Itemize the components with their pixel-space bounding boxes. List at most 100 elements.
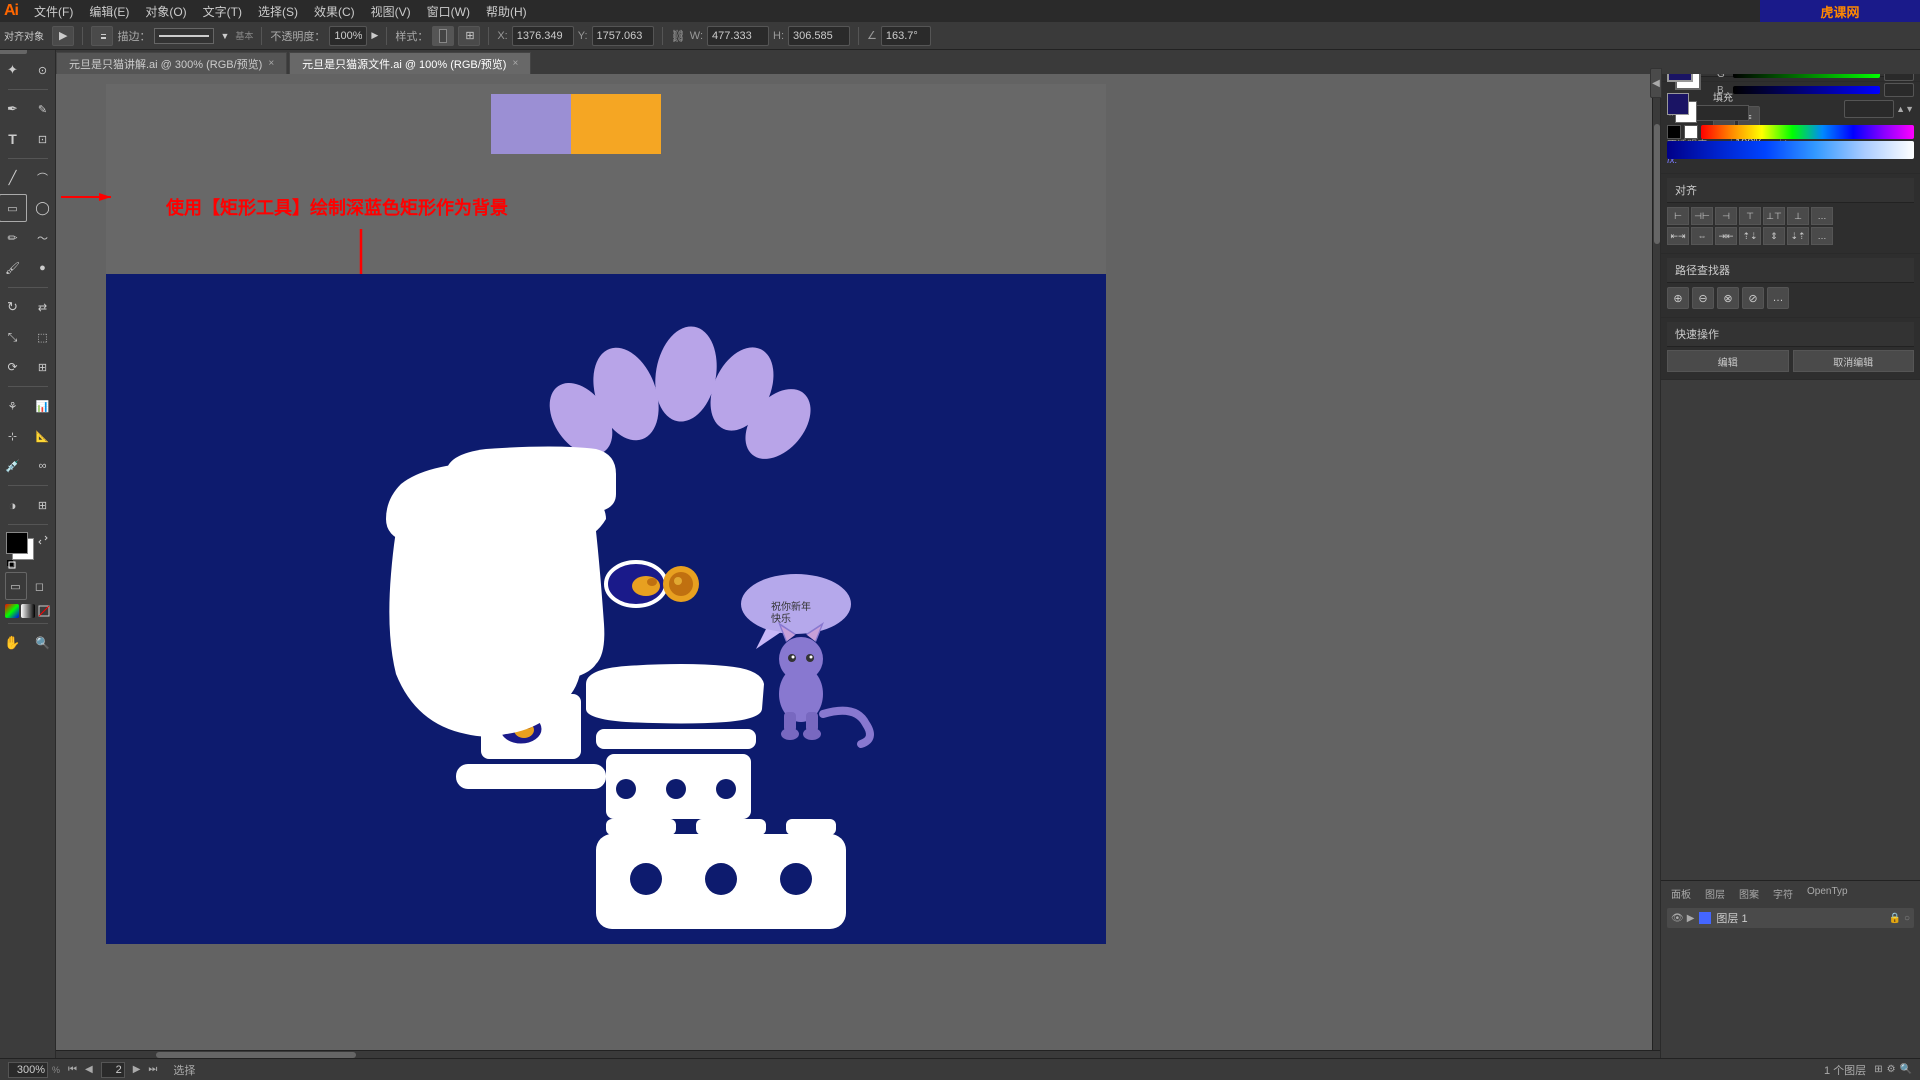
- select-tool-btn[interactable]: ▶: [52, 26, 74, 46]
- settings-icon[interactable]: ⚙: [1887, 1064, 1896, 1075]
- hand-tool[interactable]: ✋: [0, 629, 27, 657]
- horizontal-scrollbar[interactable]: [56, 1050, 1660, 1058]
- menu-view[interactable]: 视图(V): [363, 1, 419, 22]
- tab-explain-close[interactable]: ×: [268, 58, 274, 69]
- tab-source-file[interactable]: 元旦是只猫源文件.ai @ 100% (RGB/预览) ×: [289, 52, 531, 74]
- last-page-btn[interactable]: ⏭: [148, 1064, 157, 1075]
- paintbrush-tool[interactable]: 🖌: [0, 254, 27, 282]
- magic-wand-tool[interactable]: ✦: [0, 56, 27, 84]
- layer-1-row[interactable]: 👁 ▶ 图层 1 🔒 ○: [1667, 908, 1914, 928]
- menu-object[interactable]: 对象(O): [137, 1, 194, 22]
- dist-v-btn[interactable]: ⇕: [1763, 227, 1785, 245]
- prev-page-btn[interactable]: ◀: [85, 1064, 93, 1075]
- tab-explain-file[interactable]: 元旦是只猫讲解.ai @ 300% (RGB/预览) ×: [56, 52, 287, 74]
- arrange-icon[interactable]: ⊞: [1874, 1064, 1882, 1075]
- more-align-btn[interactable]: …: [1811, 207, 1833, 225]
- orange-swatch[interactable]: [571, 94, 661, 154]
- menu-edit[interactable]: 编辑(E): [81, 1, 137, 22]
- layers-tab-opentype[interactable]: OpenTyp: [1801, 885, 1854, 902]
- cancel-edit-btn[interactable]: 取消编辑: [1793, 350, 1915, 372]
- b-slider[interactable]: [1733, 86, 1880, 94]
- tab-source-close[interactable]: ×: [512, 58, 518, 69]
- more-dist-btn[interactable]: …: [1811, 227, 1833, 245]
- line-tool[interactable]: ╱: [0, 164, 27, 192]
- next-page-btn[interactable]: ▶: [133, 1064, 141, 1075]
- type-tool[interactable]: T: [0, 125, 27, 153]
- rect-tool[interactable]: ▭: [0, 194, 27, 222]
- document-canvas[interactable]: 使用【矩形工具】绘制深蓝色矩形作为背景: [106, 84, 1106, 944]
- menu-file[interactable]: 文件(F): [26, 1, 81, 22]
- color-mode-btn[interactable]: [5, 604, 19, 618]
- layer-expand-icon[interactable]: ▶: [1687, 913, 1695, 924]
- page-number-input[interactable]: [101, 1062, 125, 1078]
- dist-top-btn[interactable]: ⇡⇣: [1739, 227, 1761, 245]
- ellipse-tool[interactable]: ◯: [29, 194, 57, 222]
- dist-bottom-btn[interactable]: ⇣⇡: [1787, 227, 1809, 245]
- dist-h-btn[interactable]: ⇔: [1691, 227, 1713, 245]
- first-page-btn[interactable]: ⏮: [68, 1064, 77, 1075]
- foreground-color-swatch[interactable]: [6, 532, 28, 554]
- align-bottom-btn[interactable]: ⊥: [1787, 207, 1809, 225]
- menu-type[interactable]: 文字(T): [195, 1, 250, 22]
- color-gradient-bar[interactable]: [1667, 141, 1914, 159]
- white-swatch[interactable]: [1684, 125, 1698, 139]
- align-right-btn[interactable]: ⊣: [1715, 207, 1737, 225]
- add-anchor-tool[interactable]: ✎: [29, 95, 57, 123]
- artwork-canvas[interactable]: 祝你新年 快乐: [106, 274, 1106, 944]
- stroke-mode-btn[interactable]: ◻: [29, 572, 51, 600]
- align-top-btn[interactable]: ⊤: [1739, 207, 1761, 225]
- hue-spectrum-bar[interactable]: [1701, 125, 1914, 139]
- vertical-scrollbar[interactable]: [1652, 74, 1660, 1050]
- gradient-tool[interactable]: ◑: [0, 491, 27, 519]
- style-btn[interactable]: [432, 26, 454, 46]
- zoom-tool[interactable]: 🔍: [29, 629, 57, 657]
- h-input[interactable]: [788, 26, 850, 46]
- symbol-tool[interactable]: ⚘: [0, 392, 27, 420]
- menu-select[interactable]: 选择(S): [250, 1, 306, 22]
- pen-tool[interactable]: ✒: [0, 95, 27, 123]
- rotate-tool[interactable]: ↻: [0, 293, 27, 321]
- blob-brush-tool[interactable]: ●: [29, 254, 57, 282]
- area-type-tool[interactable]: ⊡: [29, 125, 57, 153]
- shear-tool[interactable]: ⬚: [29, 323, 57, 351]
- scale-tool[interactable]: ⤡: [0, 323, 27, 351]
- minus-front-btn[interactable]: ⊖: [1692, 287, 1714, 309]
- menu-effect[interactable]: 效果(C): [306, 1, 363, 22]
- align-center-v-btn[interactable]: ⊥⊤: [1763, 207, 1785, 225]
- dist-left-btn[interactable]: ⇤⇥: [1667, 227, 1689, 245]
- fill-color-swatch[interactable]: [1667, 93, 1689, 115]
- stroke-weight-btn[interactable]: [91, 26, 113, 46]
- edit-btn[interactable]: 编辑: [1667, 350, 1789, 372]
- transform-icon[interactable]: ⊞: [458, 26, 480, 46]
- free-transform-tool[interactable]: ⊞: [29, 353, 57, 381]
- opacity-input[interactable]: [329, 26, 367, 46]
- align-left-btn[interactable]: ⊢: [1667, 207, 1689, 225]
- smooth-tool[interactable]: 〜: [29, 224, 57, 252]
- y-coord-input[interactable]: [592, 26, 654, 46]
- layers-tab-layers[interactable]: 图层: [1699, 885, 1731, 902]
- warp-tool[interactable]: ⟳: [0, 353, 27, 381]
- x-coord-input[interactable]: [512, 26, 574, 46]
- exclude-btn[interactable]: ⊘: [1742, 287, 1764, 309]
- layers-tab-panel[interactable]: 面板: [1665, 885, 1697, 902]
- intersect-btn[interactable]: ⊗: [1717, 287, 1739, 309]
- collapse-right-btn[interactable]: ◀: [1650, 68, 1662, 98]
- unite-btn[interactable]: ⊕: [1667, 287, 1689, 309]
- dist-right-btn[interactable]: ⇥⇤: [1715, 227, 1737, 245]
- layer-lock-icon[interactable]: 🔒: [1889, 913, 1901, 924]
- align-center-h-btn[interactable]: ⊣⊢: [1691, 207, 1713, 225]
- gradient-mode-btn[interactable]: [21, 604, 35, 618]
- pencil-tool[interactable]: ✏: [0, 224, 27, 252]
- slice-tool[interactable]: ⊹: [0, 422, 27, 450]
- w-input[interactable]: [707, 26, 769, 46]
- stroke-preview[interactable]: [154, 28, 214, 44]
- swap-colors-icon[interactable]: [38, 534, 48, 544]
- arc-tool[interactable]: ⌒: [29, 164, 57, 192]
- layers-tab-char[interactable]: 字符: [1767, 885, 1799, 902]
- mesh-tool[interactable]: ⊞: [29, 491, 57, 519]
- layer-visibility-icon[interactable]: 👁: [1671, 913, 1684, 924]
- angle-input[interactable]: [881, 26, 931, 46]
- black-swatch[interactable]: [1667, 125, 1681, 139]
- reflect-tool[interactable]: ⇄: [29, 293, 57, 321]
- eyedropper-tool[interactable]: 💉: [0, 452, 27, 480]
